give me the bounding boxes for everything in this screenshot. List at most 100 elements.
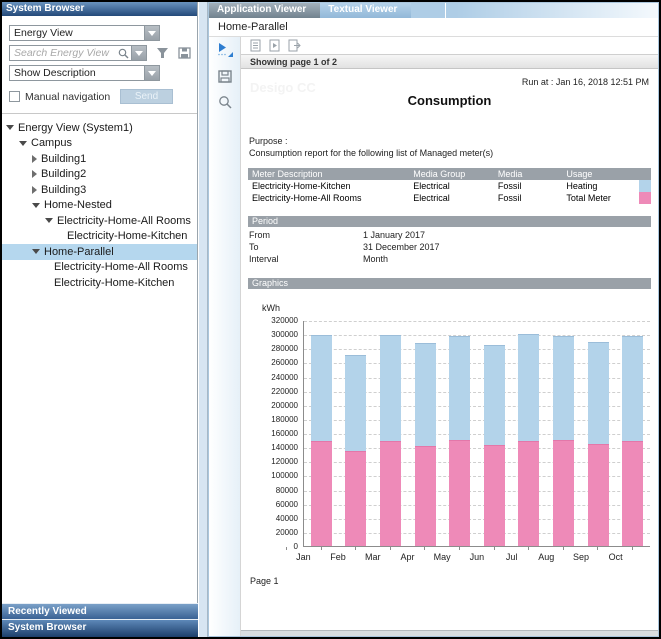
tree-item-home-nested[interactable]: Home-Nested bbox=[2, 198, 197, 214]
cell-fossil: Fossil bbox=[498, 193, 567, 203]
tree-item-home-parallel[interactable]: Home-Parallel bbox=[2, 244, 197, 260]
report-page: Desigo CC Run at : Jan 16, 2018 12:51 PM… bbox=[241, 69, 658, 630]
x-label-apr: Apr bbox=[390, 550, 425, 562]
tree-item-label: Home-Parallel bbox=[44, 246, 114, 258]
segment-electricity-home-kitchen-heating bbox=[345, 355, 366, 450]
segment-electricity-home-kitchen-heating bbox=[588, 342, 609, 444]
tree-item-campus[interactable]: Campus bbox=[2, 136, 197, 152]
y-tick-label: 80000 bbox=[276, 486, 298, 495]
cell-fossil: Fossil bbox=[498, 181, 567, 191]
y-tick-label: 280000 bbox=[271, 344, 298, 353]
x-label-jun: Jun bbox=[460, 550, 495, 562]
tree-item-electricity-home-kitchen[interactable]: Electricity-Home-Kitchen bbox=[2, 275, 197, 291]
purpose-label: Purpose : bbox=[249, 135, 658, 147]
expander-collapsed-icon[interactable] bbox=[32, 155, 37, 163]
segment-electricity-home-kitchen-heating bbox=[622, 336, 643, 441]
send-button[interactable]: Send bbox=[120, 89, 173, 104]
report-region: Showing page 1 of 2 Desigo CC Run at : J… bbox=[241, 37, 658, 636]
tab-textual-viewer[interactable]: Textual Viewer bbox=[320, 3, 411, 18]
expander-expanded-icon[interactable] bbox=[19, 141, 27, 146]
chevron-down-icon bbox=[148, 31, 156, 36]
panel-bar-system-browser[interactable]: System Browser bbox=[2, 619, 198, 637]
x-label-mar: Mar bbox=[355, 550, 390, 562]
description-dropdown[interactable]: Show Description bbox=[9, 65, 160, 81]
segment-electricity-home-all-rooms-total-meter bbox=[415, 446, 436, 546]
manual-navigation-checkbox[interactable] bbox=[9, 91, 20, 102]
save-icon[interactable] bbox=[178, 47, 191, 59]
y-tick-label: 20000 bbox=[276, 528, 298, 537]
expander-expanded-icon[interactable] bbox=[45, 218, 53, 223]
expander-collapsed-icon[interactable] bbox=[32, 186, 37, 194]
document-icon[interactable] bbox=[250, 39, 261, 52]
period-row-from: From1 January 2017 bbox=[249, 230, 658, 242]
tree-item-building3[interactable]: Building3 bbox=[2, 182, 197, 198]
period-value: 31 December 2017 bbox=[363, 242, 658, 254]
cell-electricity-home-kitchen: Electricity-Home-Kitchen bbox=[248, 181, 413, 191]
document-export-icon[interactable] bbox=[288, 39, 301, 52]
cell-electrical: Electrical bbox=[413, 193, 498, 203]
filter-icon[interactable] bbox=[156, 47, 169, 59]
tree-item-electricity-home-all-rooms[interactable]: Electricity-Home-All Rooms bbox=[2, 213, 197, 229]
energy-view-tree: Energy View (System1) CampusBuilding1 Buil… bbox=[2, 113, 197, 637]
tree-item-electricity-home-kitchen[interactable]: Electricity-Home-Kitchen bbox=[2, 229, 197, 245]
expander-expanded-icon[interactable] bbox=[6, 125, 14, 130]
y-tick-label: 40000 bbox=[276, 514, 298, 523]
tree-item-building2[interactable]: Building2 bbox=[2, 167, 197, 183]
description-dropdown-button[interactable] bbox=[144, 66, 159, 80]
search-field[interactable]: Search Energy View bbox=[9, 45, 147, 61]
search-icon[interactable] bbox=[118, 48, 129, 59]
run-icon[interactable] bbox=[216, 42, 234, 63]
chart-y-axis: 0200004000060000800001000001200001400001… bbox=[259, 321, 303, 547]
viewer-panel: Application ViewerTextual Viewer Home-Pa… bbox=[208, 2, 659, 637]
y-tick-label: 220000 bbox=[271, 387, 298, 396]
tree-item-label: Building1 bbox=[41, 153, 86, 165]
expander-collapsed-icon[interactable] bbox=[32, 170, 37, 178]
horizontal-scrollbar[interactable] bbox=[241, 630, 658, 636]
view-mode-dropdown-button[interactable] bbox=[144, 26, 159, 40]
zoom-icon[interactable] bbox=[218, 95, 232, 114]
chevron-down-icon bbox=[148, 71, 156, 76]
application-window: System Browser Energy View Search Energy… bbox=[0, 0, 661, 639]
bar-oct bbox=[615, 321, 650, 546]
panel-splitter[interactable] bbox=[199, 2, 208, 637]
tree-item-label: Electricity-Home-All Rooms bbox=[57, 215, 191, 227]
tab-bar-divider bbox=[445, 3, 446, 18]
bar-jul bbox=[512, 321, 547, 546]
tree-item-energy-view-system1[interactable]: Energy View (System1) bbox=[2, 120, 197, 136]
segment-electricity-home-kitchen-heating bbox=[415, 343, 436, 446]
bar-jun bbox=[477, 321, 512, 546]
segment-electricity-home-kitchen-heating bbox=[484, 345, 505, 445]
tree-item-label: Building2 bbox=[41, 168, 86, 180]
tree-item-label: Home-Nested bbox=[44, 199, 112, 211]
period-row-interval: IntervalMonth bbox=[249, 254, 658, 266]
tab-application-viewer[interactable]: Application Viewer bbox=[209, 3, 320, 18]
header-swatch-spacer bbox=[639, 168, 651, 180]
expander-expanded-icon[interactable] bbox=[32, 249, 40, 254]
x-label-sep: Sep bbox=[564, 550, 599, 562]
report-title: Consumption bbox=[241, 93, 658, 108]
cell-electrical: Electrical bbox=[413, 181, 498, 191]
view-mode-dropdown[interactable]: Energy View bbox=[9, 25, 160, 41]
panel-bar-recently-viewed[interactable]: Recently Viewed bbox=[2, 603, 198, 619]
meter-table-header-row: Meter DescriptionMedia GroupMediaUsage bbox=[248, 168, 651, 180]
expander-expanded-icon[interactable] bbox=[32, 203, 40, 208]
document-next-icon[interactable] bbox=[269, 39, 280, 52]
manual-navigation-row: Manual navigation Send bbox=[9, 89, 191, 104]
y-tick-label: 160000 bbox=[271, 429, 298, 438]
x-label-jan: Jan bbox=[286, 550, 321, 562]
tree-item-building1[interactable]: Building1 bbox=[2, 151, 197, 167]
save-icon[interactable] bbox=[218, 70, 232, 88]
cell-electricity-home-all-rooms: Electricity-Home-All Rooms bbox=[248, 193, 413, 203]
segment-electricity-home-all-rooms-total-meter bbox=[484, 445, 505, 546]
y-tick-label: 140000 bbox=[271, 443, 298, 452]
tree-item-electricity-home-all-rooms[interactable]: Electricity-Home-All Rooms bbox=[2, 260, 197, 276]
tree-item-label: Building3 bbox=[41, 184, 86, 196]
x-label-oct: Oct bbox=[598, 550, 633, 562]
view-mode-value: Energy View bbox=[10, 26, 144, 40]
search-dropdown-button[interactable] bbox=[131, 46, 146, 60]
chart-plot-area bbox=[303, 321, 650, 547]
tree-item-label: Energy View (System1) bbox=[18, 122, 133, 134]
x-label-aug: Aug bbox=[529, 550, 564, 562]
bar-sep bbox=[581, 321, 616, 546]
y-tick-label: 300000 bbox=[271, 330, 298, 339]
